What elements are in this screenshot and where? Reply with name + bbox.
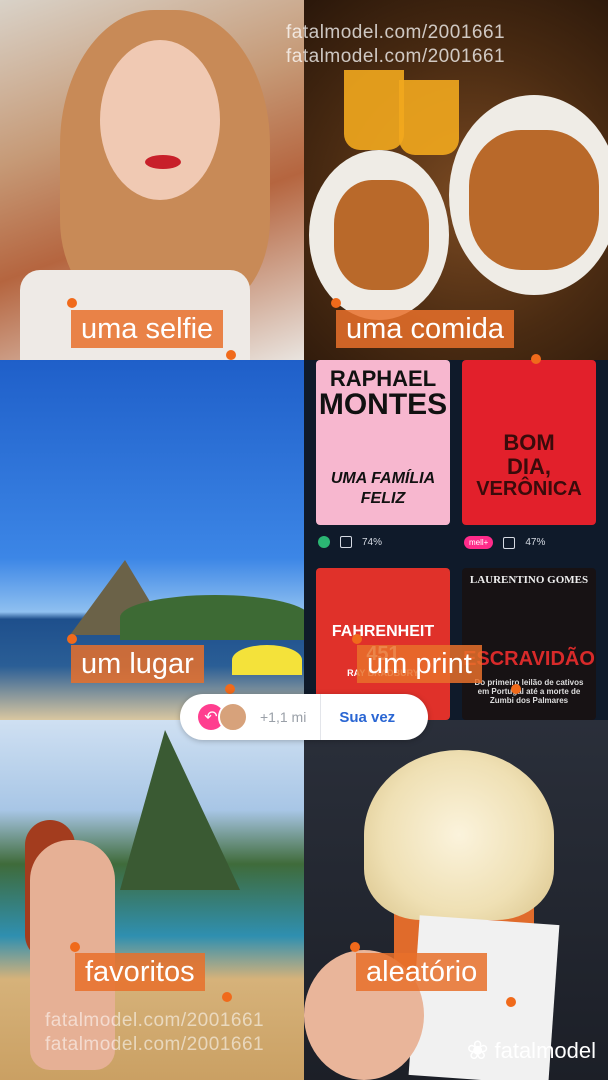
drink-cup	[399, 80, 459, 155]
face-shape	[100, 40, 220, 200]
brand-name: fatalmodel	[494, 1037, 596, 1063]
popcorn-shape	[364, 750, 554, 920]
book-title: FAHRENHEIT	[331, 623, 435, 640]
label-comida: uma comida	[336, 310, 514, 348]
random-photo	[304, 720, 608, 1080]
corner-dot	[352, 634, 362, 644]
book-title: FELIZ	[360, 490, 406, 507]
corner-dot	[226, 350, 236, 360]
brand-logo: ❀ fatalmodel	[467, 1035, 596, 1066]
corner-dot	[67, 634, 77, 644]
label-print: um print	[357, 645, 482, 683]
corner-dot	[70, 942, 80, 952]
watermark: fatalmodel.com/2001661	[286, 22, 506, 43]
reading-status-icon	[318, 536, 330, 548]
book-title: UMA FAMÍLIA	[330, 470, 436, 487]
book-title: BOM	[503, 430, 555, 455]
beach-umbrella	[232, 645, 302, 675]
progress-percent: 47%	[525, 537, 546, 548]
nuggets-right	[469, 130, 599, 270]
book-progress-row: 74%	[318, 536, 382, 548]
corner-dot	[331, 298, 341, 308]
reply-count: +1,1 mi	[260, 709, 307, 725]
corner-dot	[222, 992, 232, 1002]
label-lugar: um lugar	[71, 645, 204, 683]
progress-percent: 74%	[362, 536, 383, 548]
book-title: DIA,	[507, 454, 551, 479]
hill-shape	[120, 595, 304, 640]
corner-dot	[511, 684, 521, 694]
book-title: VERÔNICA	[476, 478, 582, 500]
book-cover[interactable]: LAURENTINO GOMES ESCRAVIDÃO Do primeiro …	[462, 568, 596, 720]
label-selfie: uma selfie	[71, 310, 224, 348]
lips-shape	[145, 155, 181, 169]
book-icon	[340, 536, 352, 548]
book-title: MONTES	[318, 388, 448, 421]
mountain-shape	[120, 730, 240, 890]
your-turn-button[interactable]: Sua vez	[339, 709, 395, 726]
drink-cup	[344, 70, 404, 150]
corner-dot	[67, 298, 77, 308]
avatar	[218, 702, 248, 732]
book-subtitle: Do primeiro leilão de cativos em Portuga…	[474, 678, 584, 705]
book-title: ESCRAVIDÃO	[463, 648, 595, 670]
book-progress-row: mell+ 47%	[464, 536, 545, 549]
brand-icon: ❀	[466, 1035, 489, 1065]
book-icon	[503, 536, 516, 549]
nuggets-left	[334, 180, 429, 290]
watermark: fatalmodel.com/2001661	[45, 1010, 265, 1031]
watermark: fatalmodel.com/2001661	[286, 46, 506, 67]
corner-dot	[506, 997, 516, 1007]
reply-bar[interactable]: ↶ +1,1 mi Sua vez	[180, 694, 428, 740]
selfie-photo	[0, 0, 304, 360]
divider	[320, 694, 322, 740]
corner-dot	[531, 354, 541, 364]
corner-dot	[350, 942, 360, 952]
book-cover[interactable]: RAPHAEL MONTES UMA FAMÍLIA FELIZ	[316, 360, 450, 525]
label-aleatorio: aleatório	[356, 953, 488, 991]
book-author: LAURENTINO GOMES	[469, 574, 589, 586]
book-cover[interactable]: BOM DIA, VERÔNICA	[462, 360, 596, 525]
subscription-badge: mell+	[464, 536, 494, 549]
corner-dot	[225, 684, 235, 694]
label-favoritos: favoritos	[75, 953, 205, 991]
watermark: fatalmodel.com/2001661	[45, 1034, 265, 1055]
